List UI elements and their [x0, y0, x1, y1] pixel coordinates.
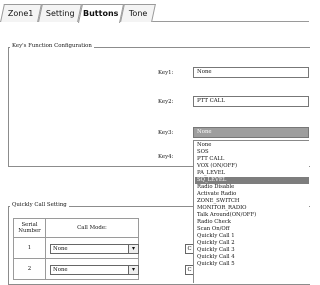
dropdown-option[interactable]: Activate Radio: [195, 191, 309, 198]
dropdown-option[interactable]: Quickly Call 2: [195, 240, 309, 247]
key3-select[interactable]: None: [193, 127, 309, 138]
dropdown-option[interactable]: Quickly Call 1: [195, 233, 309, 240]
table-row-2-serial: 2: [13, 258, 46, 280]
chevron-down-icon[interactable]: ▾: [128, 245, 138, 253]
dropdown-option[interactable]: None: [195, 142, 309, 149]
key3-label: Key3:: [158, 130, 174, 136]
dropdown-option[interactable]: PA_LEVEL: [195, 170, 309, 177]
key3-dropdown-list[interactable]: None SOS PTT CALL VOX (ON/OFF) PA_LEVEL …: [193, 140, 309, 283]
dropdown-option[interactable]: ZONE_SWITCH: [195, 198, 309, 205]
dropdown-option[interactable]: Quickly Call 4: [195, 254, 309, 261]
dropdown-option[interactable]: MONITOR_RADIO: [195, 205, 309, 212]
key2-select[interactable]: PTT CALL: [193, 96, 309, 107]
dropdown-option[interactable]: Radio Check: [195, 219, 309, 226]
key2-label: Key2:: [158, 99, 174, 105]
dropdown-option[interactable]: PTT CALL: [195, 156, 309, 163]
dropdown-option[interactable]: SOS: [195, 149, 309, 156]
table-row-1-serial: 1: [13, 237, 46, 259]
key1-select[interactable]: None: [193, 67, 309, 78]
dropdown-option[interactable]: Talk Around(ON/OFF): [195, 212, 309, 219]
col-serial-number: Serial Number: [13, 218, 46, 238]
dropdown-option-highlighted[interactable]: SQ_LEVEL: [195, 177, 309, 184]
dropdown-option[interactable]: Scan On/Off: [195, 226, 309, 233]
tab-tone-label: Tone: [128, 9, 148, 18]
col-call-mode: Call Mode:: [45, 218, 139, 238]
dropdown-option[interactable]: Quickly Call 5: [195, 261, 309, 268]
dropdown-option[interactable]: Quickly Call 3: [195, 247, 309, 254]
tab-setting-label: Setting: [45, 9, 75, 18]
call-number-field-1[interactable]: C: [185, 244, 193, 254]
tab-setting[interactable]: Setting: [38, 4, 82, 22]
key4-label: Key4:: [158, 154, 174, 160]
call-mode-value-1: None: [53, 246, 68, 252]
key1-label: Key1:: [158, 70, 174, 76]
tab-buttons[interactable]: Buttons: [77, 4, 125, 23]
dropdown-option[interactable]: VOX (ON/OFF): [195, 163, 309, 170]
tab-zone1-label: Zone1: [8, 9, 34, 18]
tab-zone1[interactable]: Zone1: [0, 4, 42, 22]
dropdown-option[interactable]: Radio Disable: [195, 184, 309, 191]
chevron-down-icon[interactable]: ▾: [128, 266, 138, 274]
quick-call-legend: Quickly Call Setting: [10, 202, 69, 208]
call-mode-select-1[interactable]: None ▾: [50, 244, 139, 254]
call-number-field-2[interactable]: C: [185, 265, 193, 275]
tab-buttons-label: Buttons: [83, 9, 119, 18]
tab-tone[interactable]: Tone: [120, 4, 156, 22]
call-mode-value-2: None: [53, 267, 68, 273]
call-mode-select-2[interactable]: None ▾: [50, 265, 139, 275]
key-config-legend: Key's Function Configuration: [10, 43, 94, 49]
